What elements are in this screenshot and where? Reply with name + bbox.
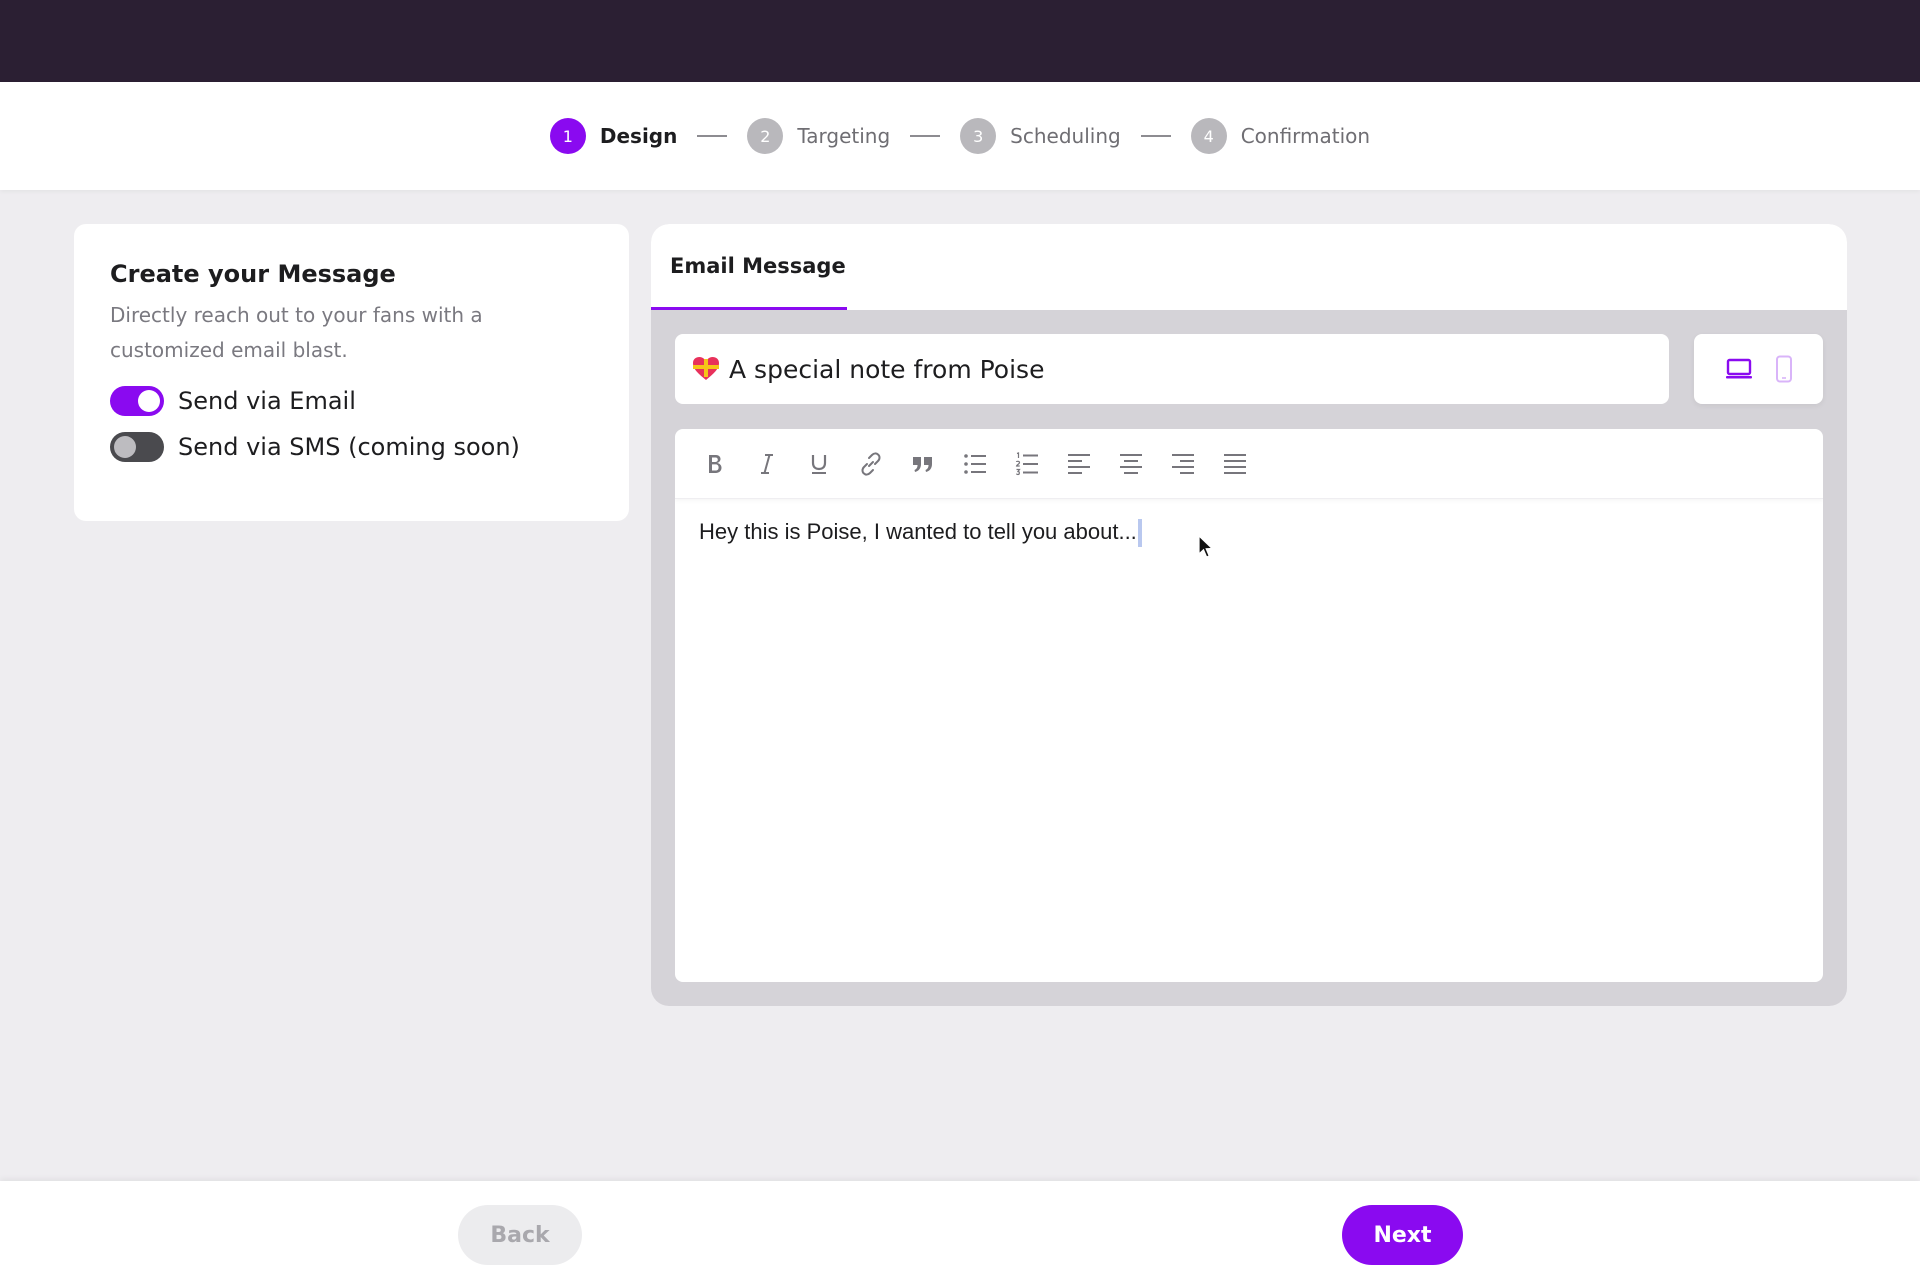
bullet-list-icon[interactable] — [959, 448, 991, 480]
step-design[interactable]: 1 Design — [549, 118, 678, 154]
mobile-icon[interactable] — [1775, 355, 1793, 383]
tab-email-message[interactable]: Email Message — [651, 224, 847, 310]
numbered-list-icon[interactable] — [1011, 448, 1043, 480]
step-separator — [910, 135, 941, 137]
tab-header: Email Message — [651, 224, 1847, 310]
toggle-knob — [138, 390, 160, 412]
step-confirmation[interactable]: 4 Confirmation — [1190, 118, 1371, 154]
back-button[interactable]: Back — [458, 1205, 582, 1265]
quote-icon[interactable] — [907, 448, 939, 480]
next-button[interactable]: Next — [1342, 1205, 1463, 1265]
bold-icon[interactable] — [699, 448, 731, 480]
subject-field[interactable] — [675, 334, 1669, 404]
create-message-card: Create your Message Directly reach out t… — [74, 224, 629, 521]
top-bar — [0, 0, 1920, 82]
underline-icon[interactable] — [803, 448, 835, 480]
step-number: 4 — [1190, 118, 1227, 154]
card-description: Directly reach out to your fans with a c… — [110, 303, 483, 362]
step-number: 3 — [960, 118, 997, 154]
send-via-email-toggle-row[interactable]: Send via Email — [110, 386, 593, 416]
heart-with-ribbon-icon — [691, 354, 721, 384]
toggle-knob — [114, 436, 136, 458]
toggle-label: Send via Email — [178, 387, 356, 415]
step-number: 1 — [549, 118, 586, 154]
align-left-icon[interactable] — [1063, 448, 1095, 480]
step-label: Confirmation — [1240, 124, 1371, 148]
mouse-pointer-icon — [1198, 534, 1214, 563]
subject-input[interactable] — [729, 354, 1629, 384]
send-via-sms-toggle-row[interactable]: Send via SMS (coming soon) — [110, 432, 593, 462]
step-label: Targeting — [797, 124, 891, 148]
step-label: Design — [599, 124, 678, 148]
footer-bar: Back Next — [0, 1181, 1920, 1286]
stepper-bar: 1 Design 2 Targeting 3 Scheduling 4 Conf… — [0, 82, 1920, 190]
body-text: Hey this is Poise, I wanted to tell you … — [699, 519, 1137, 544]
step-targeting[interactable]: 2 Targeting — [747, 118, 890, 154]
device-preview-toggle — [1694, 334, 1823, 404]
step-label: Scheduling — [1010, 124, 1121, 148]
send-via-email-toggle[interactable] — [110, 386, 164, 416]
align-center-icon[interactable] — [1115, 448, 1147, 480]
toggle-label: Send via SMS (coming soon) — [178, 433, 520, 461]
email-body-text[interactable]: Hey this is Poise, I wanted to tell you … — [675, 499, 1823, 979]
align-right-icon[interactable] — [1167, 448, 1199, 480]
text-caret — [1137, 519, 1142, 548]
step-separator — [1140, 135, 1171, 137]
italic-icon[interactable] — [751, 448, 783, 480]
formatting-toolbar — [675, 429, 1823, 499]
step-number: 2 — [747, 118, 784, 154]
step-scheduling[interactable]: 3 Scheduling — [960, 118, 1121, 154]
stepper: 1 Design 2 Targeting 3 Scheduling 4 Conf… — [0, 82, 1920, 190]
desktop-icon[interactable] — [1725, 357, 1753, 381]
card-title: Create your Message — [110, 260, 396, 288]
link-icon[interactable] — [855, 448, 887, 480]
email-body-editor: Hey this is Poise, I wanted to tell you … — [675, 429, 1823, 982]
align-justify-icon[interactable] — [1219, 448, 1251, 480]
email-message-panel: Email Message A special note from Poise … — [651, 224, 1847, 1006]
step-separator — [697, 135, 728, 137]
send-via-sms-toggle[interactable] — [110, 432, 164, 462]
